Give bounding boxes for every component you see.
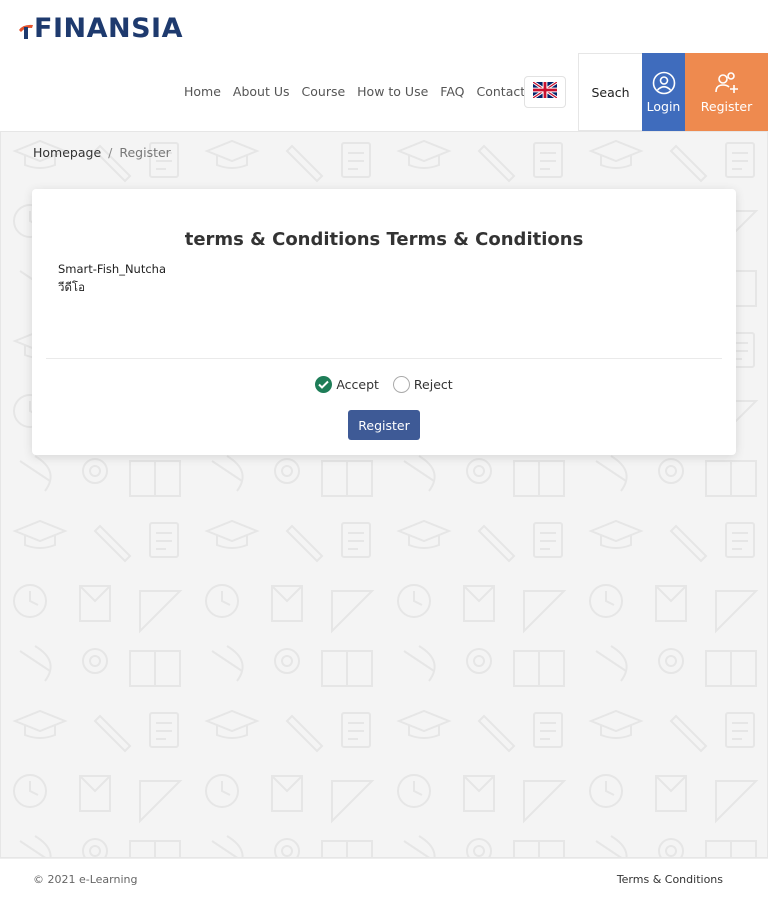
footer-terms-link[interactable]: Terms & Conditions xyxy=(617,873,723,886)
accept-radio[interactable]: Accept xyxy=(315,376,379,393)
breadcrumb: Homepage / Register xyxy=(33,145,171,160)
register-header-label: Register xyxy=(700,98,753,114)
register-submit-button[interactable]: Register xyxy=(348,410,420,440)
nav-about-us[interactable]: About Us xyxy=(233,84,290,99)
terms-title: terms & Conditions Terms & Conditions xyxy=(184,229,584,250)
divider xyxy=(46,358,722,359)
breadcrumb-separator: / xyxy=(108,145,113,160)
search-button[interactable]: Seach xyxy=(578,53,642,131)
search-label: Seach xyxy=(591,84,630,100)
uk-flag-icon xyxy=(532,80,558,102)
login-label: Login xyxy=(646,98,681,114)
logo-mark-icon xyxy=(16,17,36,41)
copyright-text: © 2021 e-Learning xyxy=(33,873,138,886)
check-icon xyxy=(315,376,333,393)
nav-how-to-use[interactable]: How to Use xyxy=(357,84,428,99)
site-footer: © 2021 e-Learning Terms & Conditions xyxy=(0,858,768,900)
nav-course[interactable]: Course xyxy=(302,84,346,99)
accept-reject-group: Accept Reject xyxy=(32,376,736,393)
nav-home[interactable]: Home xyxy=(184,84,221,99)
finansia-logo[interactable]: FINANSIA xyxy=(16,13,183,44)
breadcrumb-current: Register xyxy=(119,145,171,160)
site-header: FINANSIA Home About Us Course How to Use… xyxy=(0,0,768,131)
terms-text-line: วีดีโอ xyxy=(58,280,86,294)
user-circle-icon xyxy=(652,71,676,99)
logo-text: FINANSIA xyxy=(34,13,183,44)
language-switcher-button[interactable] xyxy=(524,76,566,108)
breadcrumb-home-link[interactable]: Homepage xyxy=(33,145,101,160)
reject-label: Reject xyxy=(413,377,453,392)
accept-label: Accept xyxy=(336,377,379,392)
terms-card: terms & Conditions Terms & Conditions Sm… xyxy=(32,189,736,455)
terms-text-line: Smart-Fish_Nutcha xyxy=(58,262,166,276)
nav-faq[interactable]: FAQ xyxy=(440,84,464,99)
add-user-icon xyxy=(714,71,740,99)
radio-empty-icon xyxy=(392,376,410,393)
register-header-button[interactable]: Register xyxy=(685,53,768,131)
main-nav: Home About Us Course How to Use FAQ Cont… xyxy=(184,84,557,99)
reject-radio[interactable]: Reject xyxy=(392,376,453,393)
login-button[interactable]: Login xyxy=(642,53,685,131)
